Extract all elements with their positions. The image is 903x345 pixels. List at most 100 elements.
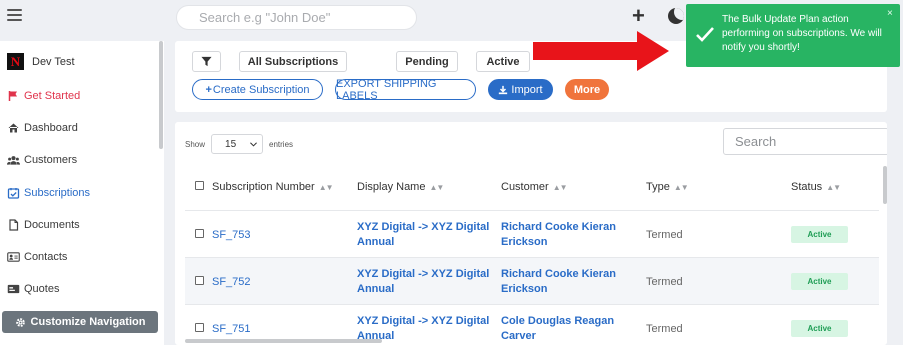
customer-name-line: Erickson (501, 236, 548, 248)
column-header-customer[interactable]: Customer ▲▼ (501, 181, 568, 193)
customer-name-line: Carver (501, 330, 536, 342)
sidebar-item-subscriptions[interactable]: Subscriptions (7, 187, 90, 199)
sidebar-item-contacts[interactable]: Contacts (7, 251, 67, 263)
filter-button[interactable] (192, 51, 221, 72)
customer-name-line: Richard Cooke Kieran (501, 221, 616, 233)
select-all-checkbox[interactable] (195, 181, 204, 190)
plus-icon[interactable]: + (632, 5, 645, 27)
column-header-label: Display Name (357, 181, 426, 193)
column-header-label: Subscription Number (212, 181, 315, 193)
toast-notification: The Bulk Update Plan action performing o… (686, 4, 900, 67)
plus-icon: + (205, 83, 212, 96)
column-header-status[interactable]: Status ▲▼ (791, 181, 841, 193)
sidebar-item-documents[interactable]: Documents (7, 219, 80, 231)
sort-icon: ▲▼ (318, 182, 334, 192)
org-name: Dev Test (32, 55, 75, 68)
sidebar-item-label: Quotes (24, 283, 60, 295)
toast-close-icon[interactable]: × (887, 8, 893, 19)
more-button[interactable]: More (565, 79, 609, 100)
global-search[interactable] (176, 5, 417, 30)
gear-icon (15, 317, 25, 327)
hamburger-menu-icon[interactable] (7, 9, 22, 21)
sidebar-item-label: Get Started (24, 90, 81, 102)
display-name-link[interactable]: XYZ Digital -> XYZ Digital Annual (357, 220, 489, 250)
contact-card-icon (7, 252, 20, 262)
calendar-check-icon (7, 188, 20, 199)
all-subscriptions-button[interactable]: All Subscriptions (239, 51, 347, 72)
active-button[interactable]: Active (476, 51, 530, 72)
customer-name-line: Richard Cooke Kieran (501, 268, 616, 280)
row-checkbox[interactable] (195, 229, 204, 238)
subscription-number-link[interactable]: SF_753 (212, 229, 251, 241)
display-name-line: XYZ Digital -> XYZ Digital (357, 315, 490, 327)
entries-select[interactable]: 15 (211, 134, 264, 154)
import-label: Import (511, 83, 543, 96)
show-label: Show (185, 139, 206, 149)
status-badge: Active (791, 320, 848, 337)
status-badge: Active (791, 226, 848, 243)
table-horizontal-scrollbar[interactable] (185, 339, 382, 343)
create-subscription-label: Create Subscription (212, 83, 310, 96)
sidebar-item-get-started[interactable]: Get Started (7, 90, 80, 102)
sidebar-scrollbar[interactable] (159, 41, 163, 149)
customer-name-line: Cole Douglas Reagan (501, 315, 615, 327)
column-header-display-name[interactable]: Display Name ▲▼ (357, 181, 444, 193)
row-checkbox[interactable] (195, 323, 204, 332)
column-header-label: Type (646, 181, 670, 193)
display-name-line: Annual (357, 283, 395, 295)
customer-link[interactable]: Richard Cooke Kieran Erickson (501, 220, 616, 250)
type-cell: Termed (646, 229, 683, 241)
export-shipping-labels-button[interactable]: EXPORT SHIPPING LABELS (335, 77, 476, 102)
customer-name-line: Erickson (501, 283, 548, 295)
global-search-input[interactable] (177, 6, 416, 29)
subscription-number-link[interactable]: SF_751 (212, 323, 251, 335)
sidebar-item-label: Dashboard (24, 122, 78, 134)
chevron-down-icon (250, 141, 257, 147)
subscription-number-link[interactable]: SF_752 (212, 276, 251, 288)
table-row: SF_752 XYZ Digital -> XYZ Digital Annual… (185, 258, 879, 304)
customer-link[interactable]: Richard Cooke Kieran Erickson (501, 267, 616, 297)
type-cell: Termed (646, 323, 683, 335)
subscriptions-table-card: Show 15 entries Subscription Number▲▼ Di… (175, 122, 887, 345)
sidebar-item-dashboard[interactable]: Dashboard (7, 122, 78, 134)
moon-icon[interactable] (668, 8, 684, 24)
table-row: SF_753 XYZ Digital -> XYZ Digital Annual… (185, 211, 879, 257)
pending-button[interactable]: Pending (396, 51, 458, 72)
checkbox[interactable] (195, 181, 204, 190)
sort-icon: ▲▼ (826, 182, 841, 192)
row-checkbox[interactable] (195, 276, 204, 285)
org-switcher[interactable]: N Dev Test (7, 53, 75, 70)
type-cell: Termed (646, 276, 683, 288)
table-search-input[interactable] (724, 129, 887, 154)
flag-icon (8, 91, 17, 101)
sidebar-item-label: Customers (24, 154, 78, 166)
customer-link[interactable]: Cole Douglas Reagan Carver (501, 314, 614, 344)
sort-icon: ▲▼ (429, 182, 444, 192)
document-icon (9, 219, 19, 231)
sidebar-item-label: Contacts (24, 251, 68, 263)
table-vertical-scrollbar[interactable] (883, 166, 887, 204)
sort-icon: ▲▼ (552, 182, 568, 192)
sidebar-item-customers[interactable]: Customers (7, 154, 77, 166)
sort-icon: ▲▼ (673, 182, 689, 192)
export-shipping-labels-label: EXPORT SHIPPING LABELS (336, 77, 437, 102)
column-header-label: Status (791, 181, 823, 193)
filter-icon (201, 56, 212, 67)
entries-label: entries (269, 139, 294, 149)
sidebar-item-label: Documents (24, 219, 80, 231)
create-subscription-button[interactable]: + Create Subscription (192, 79, 323, 100)
column-header-type[interactable]: Type ▲▼ (646, 181, 689, 193)
red-arrow-annotation (533, 31, 669, 71)
sidebar: N Dev Test Get Started Dashboard Custome… (0, 41, 164, 345)
sidebar-item-quotes[interactable]: Quotes (7, 283, 59, 295)
page-length-control: Show 15 entries (185, 134, 293, 154)
display-name-link[interactable]: XYZ Digital -> XYZ Digital Annual (357, 267, 489, 297)
display-name-line: XYZ Digital -> XYZ Digital (357, 268, 490, 280)
table-search[interactable] (723, 128, 887, 155)
column-header-subscription-number[interactable]: Subscription Number ▲▼ (212, 181, 334, 193)
toast-message: The Bulk Update Plan action performing o… (722, 14, 882, 53)
download-icon (499, 85, 508, 94)
import-button[interactable]: Import (488, 79, 553, 100)
customize-navigation-button[interactable]: Customize Navigation (2, 311, 158, 333)
display-name-line: XYZ Digital -> XYZ Digital (357, 221, 490, 233)
